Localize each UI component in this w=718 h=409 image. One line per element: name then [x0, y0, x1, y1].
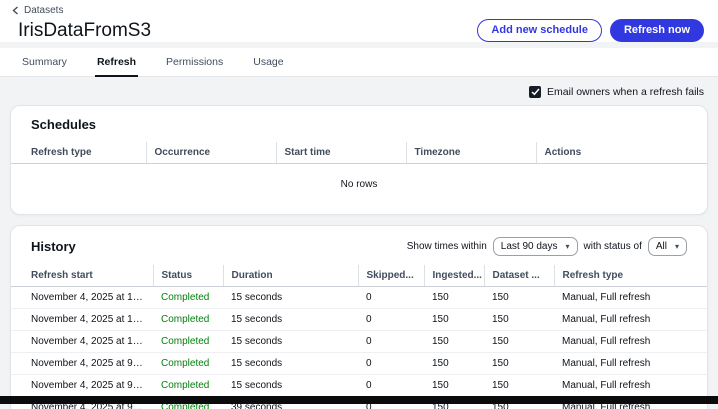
skipped-cell: 0: [358, 375, 424, 397]
check-icon: [531, 88, 540, 96]
refresh-now-button[interactable]: Refresh now: [610, 19, 704, 42]
time-range-select[interactable]: Last 90 days ▾: [493, 237, 578, 256]
filter-prefix-label: Show times within: [407, 241, 487, 252]
tab-refresh[interactable]: Refresh: [95, 48, 138, 77]
status-cell: Completed: [153, 375, 223, 397]
tab-usage[interactable]: Usage: [251, 48, 285, 77]
history-col-refresh-start[interactable]: Refresh start: [11, 265, 153, 287]
refresh-type-cell: Manual, Full refresh: [554, 309, 707, 331]
refresh-type-cell: Manual, Full refresh: [554, 353, 707, 375]
schedules-col-occurrence[interactable]: Occurrence: [146, 142, 276, 164]
refresh-type-cell: Manual, Full refresh: [554, 331, 707, 353]
schedules-col-actions[interactable]: Actions: [536, 142, 707, 164]
refresh-type-cell: Manual, Full refresh: [554, 287, 707, 309]
filter-middle-label: with status of: [584, 241, 642, 252]
history-col-duration[interactable]: Duration: [223, 265, 358, 287]
status-filter-select[interactable]: All ▾: [648, 237, 687, 256]
skipped-cell: 0: [358, 309, 424, 331]
email-toggle-row: Email owners when a refresh fails: [10, 81, 708, 105]
page-title: IrisDataFromS3: [18, 20, 151, 42]
bottom-bar: [0, 396, 718, 404]
ingested-cell: 150: [424, 309, 484, 331]
schedules-empty-state: No rows: [11, 164, 707, 214]
dataset-cell: 150: [484, 287, 554, 309]
tab-summary[interactable]: Summary: [20, 48, 69, 77]
history-table: Refresh start Status Duration Skipped...…: [11, 265, 707, 409]
refresh-type-cell: Manual, Full refresh: [554, 375, 707, 397]
status-cell: Completed: [153, 353, 223, 375]
tab-permissions[interactable]: Permissions: [164, 48, 225, 77]
history-heading: History: [31, 239, 76, 254]
status-cell: Completed: [153, 331, 223, 353]
ingested-cell: 150: [424, 287, 484, 309]
status-cell: Completed: [153, 287, 223, 309]
duration-cell: 15 seconds: [223, 375, 358, 397]
status-filter-value: All: [656, 241, 667, 252]
duration-cell: 15 seconds: [223, 353, 358, 375]
ingested-cell: 150: [424, 331, 484, 353]
email-owners-label: Email owners when a refresh fails: [547, 86, 704, 98]
history-table-row: November 4, 2025 at 10:16 PM ESTComplete…: [11, 309, 707, 331]
duration-cell: 15 seconds: [223, 287, 358, 309]
schedules-card: Schedules Refresh type Occurrence Start …: [10, 105, 708, 215]
tab-bar: Summary Refresh Permissions Usage: [0, 48, 718, 77]
time-range-value: Last 90 days: [501, 241, 558, 252]
skipped-cell: 0: [358, 287, 424, 309]
history-col-status[interactable]: Status: [153, 265, 223, 287]
ingested-cell: 150: [424, 375, 484, 397]
refresh-start-cell: November 4, 2025 at 9:10 PM EST: [11, 375, 153, 397]
history-card: History Show times within Last 90 days ▾…: [10, 225, 708, 409]
skipped-cell: 0: [358, 331, 424, 353]
refresh-start-cell: November 4, 2025 at 10:10 PM EST: [11, 331, 153, 353]
content-area: Email owners when a refresh fails Schedu…: [0, 77, 718, 409]
refresh-start-cell: November 4, 2025 at 10:16 PM EST: [11, 309, 153, 331]
dataset-cell: 150: [484, 331, 554, 353]
history-col-skipped[interactable]: Skipped...: [358, 265, 424, 287]
breadcrumb[interactable]: Datasets: [12, 5, 63, 16]
history-table-row: November 4, 2025 at 10:10 PM ESTComplete…: [11, 331, 707, 353]
ingested-cell: 150: [424, 353, 484, 375]
breadcrumb-label: Datasets: [24, 5, 63, 16]
schedules-table: Refresh type Occurrence Start time Timez…: [11, 142, 707, 164]
refresh-start-cell: November 4, 2025 at 10:24 PM EST: [11, 287, 153, 309]
history-col-refresh-type[interactable]: Refresh type: [554, 265, 707, 287]
skipped-cell: 0: [358, 353, 424, 375]
duration-cell: 15 seconds: [223, 331, 358, 353]
history-table-body: November 4, 2025 at 10:24 PM ESTComplete…: [11, 287, 707, 409]
dataset-cell: 150: [484, 353, 554, 375]
schedules-heading: Schedules: [11, 117, 707, 132]
chevron-down-icon: ▾: [565, 243, 569, 251]
dataset-cell: 150: [484, 309, 554, 331]
add-new-schedule-button[interactable]: Add new schedule: [477, 19, 602, 42]
duration-cell: 15 seconds: [223, 309, 358, 331]
history-table-row: November 4, 2025 at 9:10 PM ESTCompleted…: [11, 375, 707, 397]
history-table-row: November 4, 2025 at 10:24 PM ESTComplete…: [11, 287, 707, 309]
history-col-dataset[interactable]: Dataset ...: [484, 265, 554, 287]
schedules-col-timezone[interactable]: Timezone: [406, 142, 536, 164]
status-cell: Completed: [153, 309, 223, 331]
refresh-start-cell: November 4, 2025 at 9:50 PM EST: [11, 353, 153, 375]
dataset-cell: 150: [484, 375, 554, 397]
history-filters: Show times within Last 90 days ▾ with st…: [407, 237, 687, 256]
schedules-col-start-time[interactable]: Start time: [276, 142, 406, 164]
page-header: Datasets IrisDataFromS3 Add new schedule…: [0, 0, 718, 42]
history-table-row: November 4, 2025 at 9:50 PM ESTCompleted…: [11, 353, 707, 375]
schedules-col-refresh-type[interactable]: Refresh type: [11, 142, 146, 164]
email-owners-checkbox[interactable]: [529, 86, 541, 98]
chevron-left-icon: [12, 6, 19, 15]
history-col-ingested[interactable]: Ingested...: [424, 265, 484, 287]
chevron-down-icon: ▾: [675, 243, 679, 251]
